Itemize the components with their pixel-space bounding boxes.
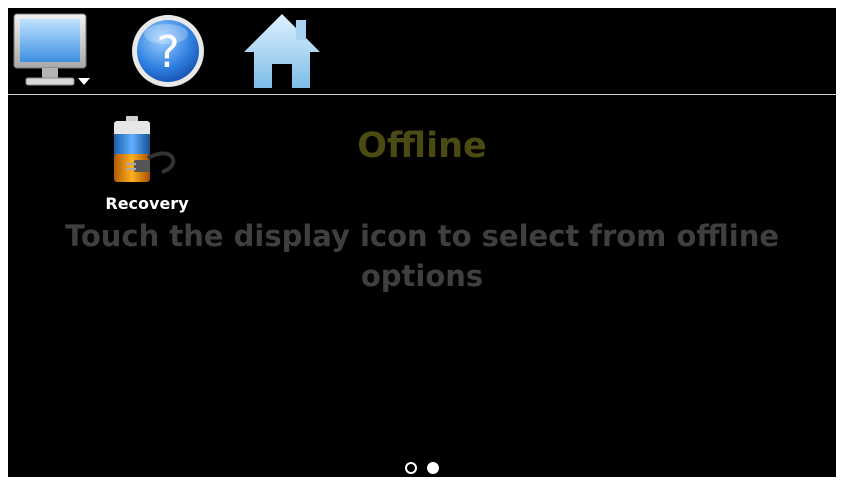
page-dot-1[interactable] [405,462,418,474]
svg-text:?: ? [156,27,179,78]
help-button[interactable]: ? [130,12,210,90]
toolbar-divider [8,94,836,95]
device-screen: ? Recovery Offline Touch the display ico… [8,8,836,477]
home-icon [244,14,320,88]
display-button[interactable] [12,12,92,90]
home-button[interactable] [242,12,322,90]
status-title: Offline [357,126,487,166]
page-dot-2-current[interactable] [426,462,439,474]
monitor-icon [13,13,90,86]
help-icon: ? [132,15,204,87]
recovery-app-label: Recovery [105,194,189,213]
page-indicator [8,462,836,476]
top-toolbar: ? [8,8,836,94]
status-message: Touch the display icon to select from of… [64,219,780,293]
